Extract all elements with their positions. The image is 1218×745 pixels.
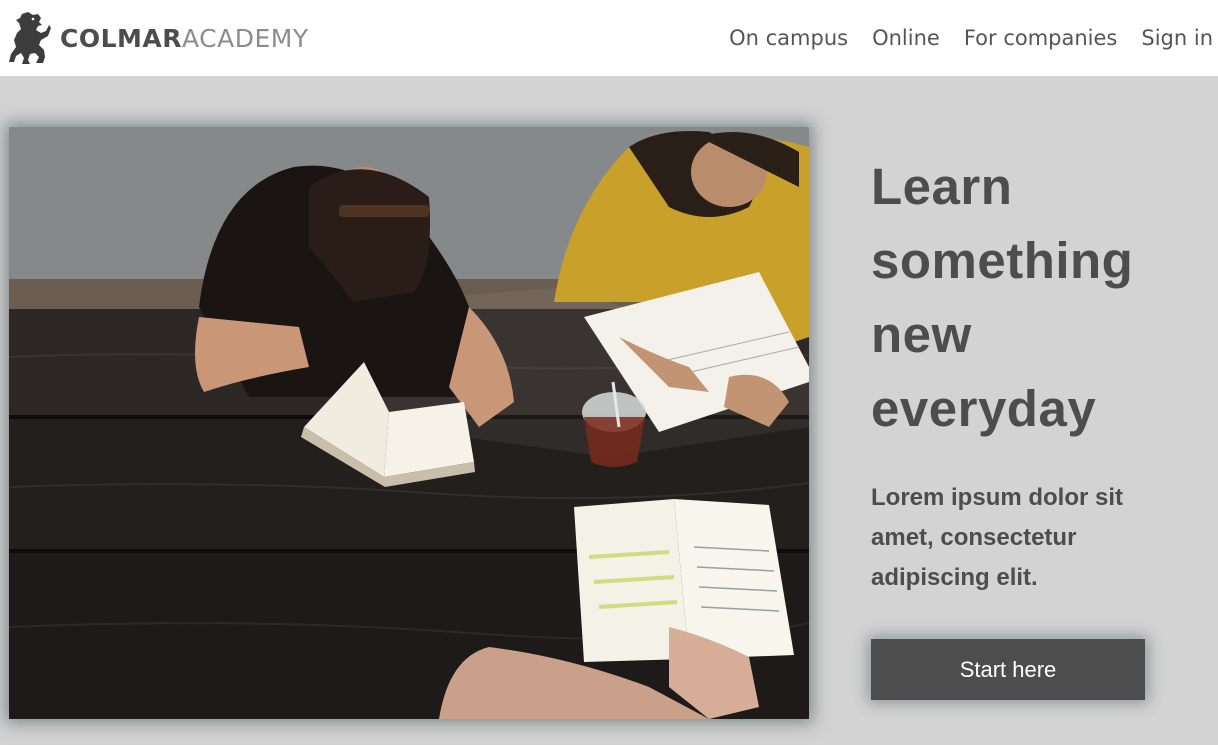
- hero-title-line: everyday: [871, 380, 1097, 437]
- logo-wordmark: COLMARACADEMY: [60, 26, 309, 51]
- nav-sign-in[interactable]: Sign in: [1141, 27, 1213, 49]
- logo-link[interactable]: COLMARACADEMY: [8, 0, 309, 76]
- hero-title-line: Learn: [871, 158, 1013, 215]
- start-here-button[interactable]: Start here: [871, 639, 1145, 700]
- logo-text-strong: COLMAR: [60, 23, 183, 53]
- students-photo-image: [9, 127, 809, 719]
- logo-text-light: ACADEMY: [182, 23, 309, 53]
- lion-logo-icon: [9, 12, 51, 64]
- hero-subtitle: Lorem ipsum dolor sit amet, consectetur …: [871, 484, 1124, 591]
- hero-title-line: something: [871, 232, 1134, 289]
- nav-on-campus[interactable]: On campus: [729, 27, 848, 49]
- nav-online[interactable]: Online: [872, 27, 940, 49]
- main-nav: On campus Online For companies Sign in: [705, 0, 1218, 76]
- nav-for-companies[interactable]: For companies: [964, 27, 1118, 49]
- site-header: COLMARACADEMY On campus Online For compa…: [0, 0, 1218, 76]
- hero-title: Learn something new everyday: [871, 150, 1201, 446]
- hero-photo: [9, 127, 809, 719]
- hero-title-line: new: [871, 306, 972, 363]
